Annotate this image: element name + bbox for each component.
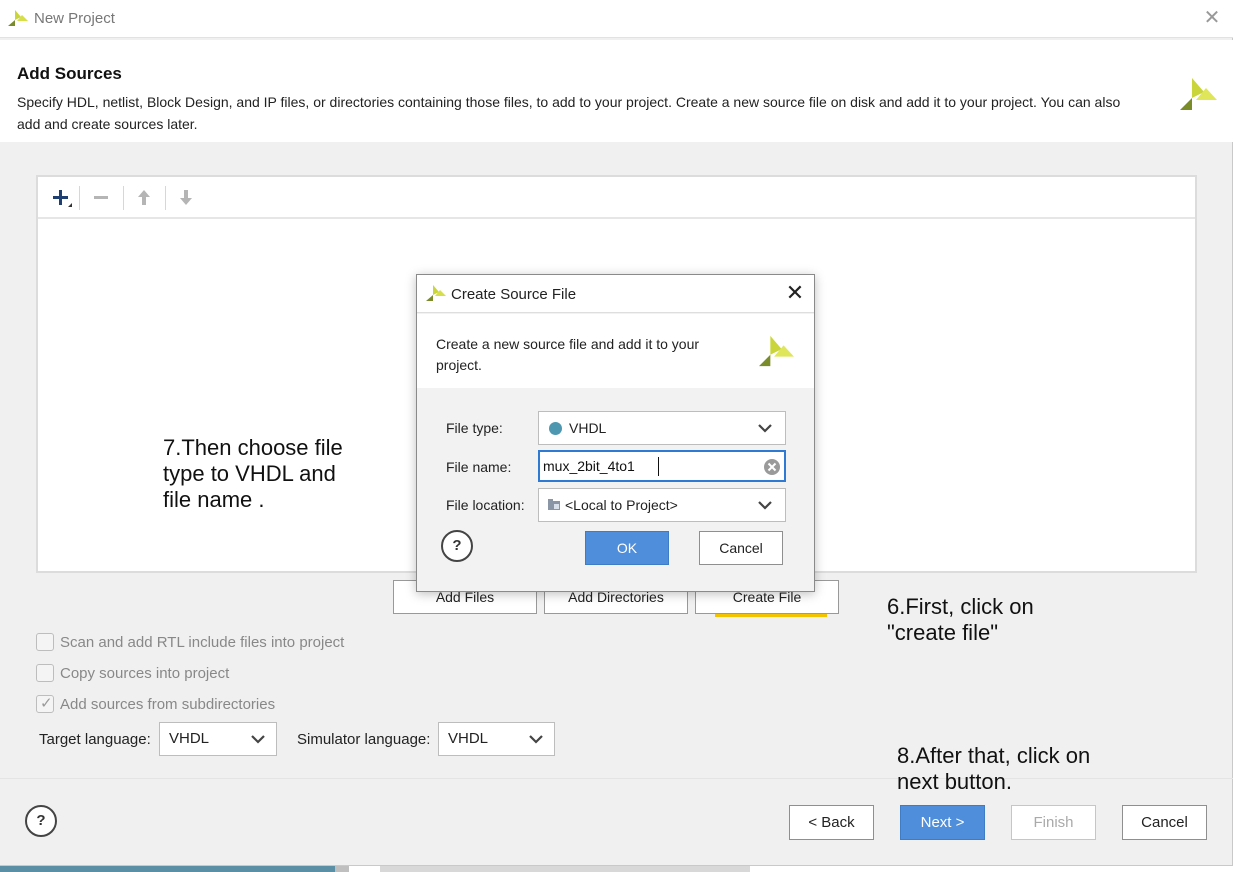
checkbox-box[interactable]: ✓ — [36, 695, 54, 713]
simulator-language-value: VHDL — [448, 730, 489, 747]
target-language-select[interactable]: VHDL — [159, 722, 277, 756]
arrow-down-icon[interactable] — [173, 185, 199, 211]
chevron-down-icon — [755, 495, 775, 518]
dialog-title-bar: Create Source File ✕ — [417, 275, 814, 313]
finish-button[interactable]: Finish — [1011, 805, 1096, 840]
simulator-language-select[interactable]: VHDL — [438, 722, 555, 756]
annotation-step6: 6.First, click on "create file" — [887, 594, 1034, 645]
annotation-step8: 8.After that, click on next button. — [897, 743, 1091, 794]
checkbox-box[interactable] — [36, 633, 54, 651]
dialog-title: Create Source File — [451, 286, 577, 303]
simulator-language-label: Simulator language: — [297, 731, 431, 748]
plus-icon[interactable] — [48, 185, 74, 211]
copy-sources-checkbox[interactable]: Copy sources into project — [36, 663, 436, 685]
sources-toolbar — [38, 177, 1195, 219]
clear-input-icon[interactable] — [763, 458, 781, 479]
dialog-description: Create a new source file and add it to y… — [436, 336, 700, 373]
dialog-close-icon[interactable]: ✕ — [783, 280, 807, 306]
file-name-label: File name: — [446, 459, 512, 475]
file-type-select[interactable]: VHDL — [538, 411, 786, 445]
file-name-input[interactable]: mux_2bit_4to1 — [538, 450, 786, 482]
add-subdirs-checkbox[interactable]: ✓ Add sources from subdirectories — [36, 694, 436, 716]
target-language-label: Target language: — [39, 731, 151, 748]
title-bar: New Project ✕ — [0, 0, 1233, 38]
text-caret — [658, 457, 659, 476]
vhdl-dot-icon — [549, 422, 562, 435]
copy-sources-label: Copy sources into project — [60, 665, 230, 682]
dialog-help-button[interactable]: ? — [441, 530, 473, 562]
scan-rtl-label: Scan and add RTL include files into proj… — [60, 634, 345, 651]
window-title: New Project — [34, 10, 115, 27]
arrow-up-icon[interactable] — [131, 185, 157, 211]
file-type-value: VHDL — [569, 420, 607, 436]
cancel-button[interactable]: Cancel — [1122, 805, 1207, 840]
vivado-logo-icon — [8, 9, 28, 30]
folder-icon — [547, 498, 561, 515]
dialog-header: Create a new source file and add it to y… — [417, 314, 814, 388]
toolbar-divider — [79, 186, 80, 210]
chevron-down-icon — [526, 729, 546, 752]
file-location-select[interactable]: <Local to Project> — [538, 488, 786, 522]
help-button[interactable]: ? — [25, 805, 57, 837]
minus-icon[interactable] — [88, 185, 114, 211]
file-location-value: <Local to Project> — [565, 497, 678, 513]
file-name-value: mux_2bit_4to1 — [543, 458, 635, 474]
page-description: Specify HDL, netlist, Block Design, and … — [17, 94, 1121, 132]
target-language-value: VHDL — [169, 730, 210, 747]
dialog-cancel-button[interactable]: Cancel — [699, 531, 783, 565]
chevron-down-icon — [755, 418, 775, 441]
page-title: Add Sources — [17, 64, 122, 83]
file-type-label: File type: — [446, 420, 503, 436]
window-close-icon[interactable]: ✕ — [1200, 6, 1224, 30]
vivado-logo-large-icon — [757, 334, 795, 371]
highlight-mark — [715, 614, 827, 617]
desktop-strip — [380, 866, 750, 872]
annotation-step7: 7.Then choose file type to VHDL and file… — [163, 435, 343, 512]
create-source-file-dialog: Create Source File ✕ Create a new source… — [416, 274, 815, 592]
vivado-logo-large-icon — [1178, 76, 1218, 115]
page-header: Add Sources Specify HDL, netlist, Block … — [0, 40, 1233, 142]
toolbar-divider — [165, 186, 166, 210]
desktop-strip — [0, 866, 335, 872]
file-location-label: File location: — [446, 497, 525, 513]
scan-rtl-checkbox[interactable]: Scan and add RTL include files into proj… — [36, 632, 436, 654]
checkbox-box[interactable] — [36, 664, 54, 682]
toolbar-divider — [123, 186, 124, 210]
add-subdirs-label: Add sources from subdirectories — [60, 696, 276, 713]
chevron-down-icon — [248, 729, 268, 752]
desktop-strip — [335, 866, 349, 872]
ok-button[interactable]: OK — [585, 531, 669, 565]
next-button[interactable]: Next > — [900, 805, 985, 840]
check-mark-icon: ✓ — [40, 695, 53, 712]
vivado-logo-icon — [426, 284, 446, 305]
back-button[interactable]: < Back — [789, 805, 874, 840]
